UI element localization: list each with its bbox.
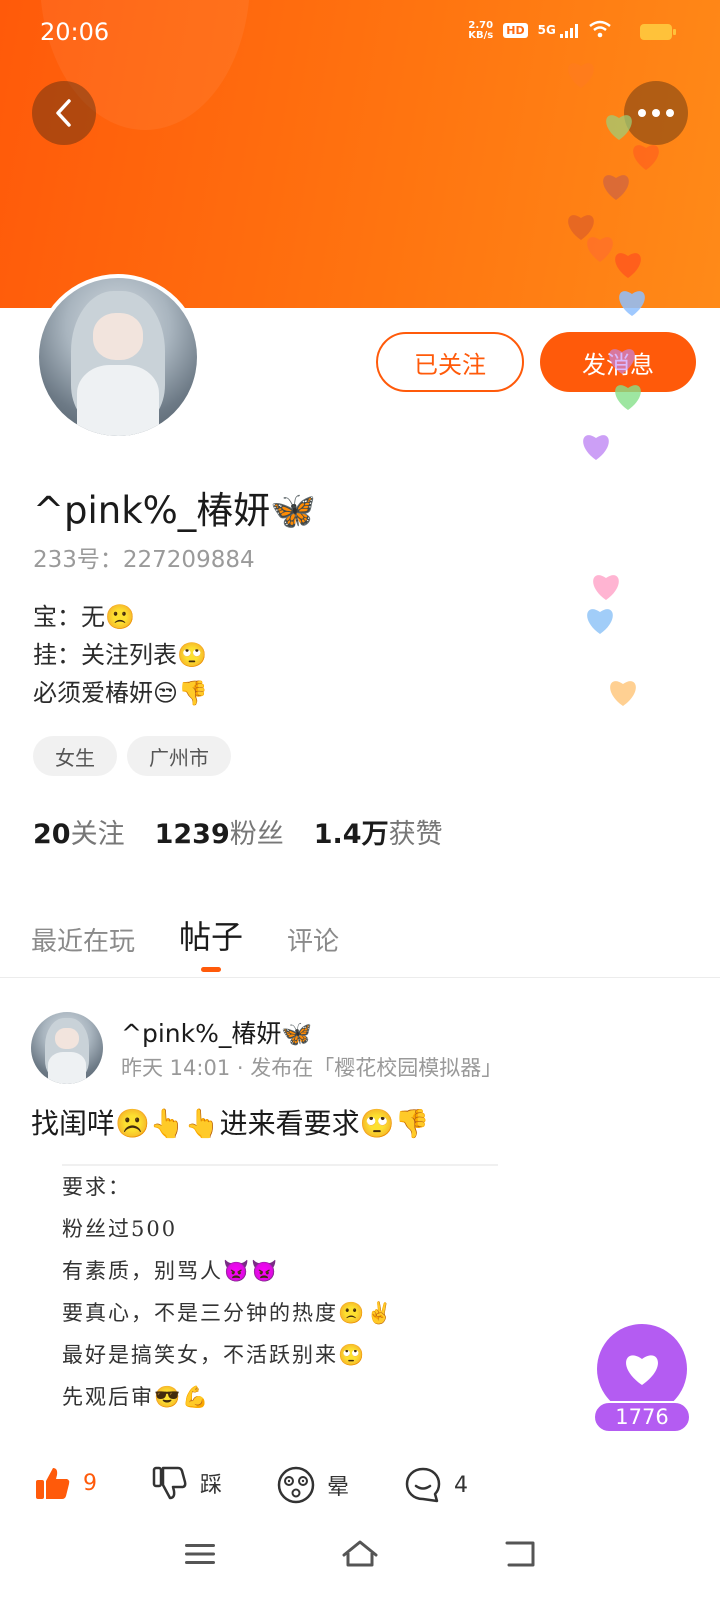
profile-stats: 20关注 1239粉丝 1.4万获赞 <box>33 812 443 851</box>
more-button[interactable] <box>624 81 688 145</box>
like-count: 9 <box>83 1470 97 1496</box>
bio-line: 挂：关注列表🙄 <box>33 641 207 669</box>
following-button[interactable]: 已关注 <box>376 332 524 392</box>
dizzy-button[interactable]: 晕 <box>277 1466 349 1504</box>
tab-comments[interactable]: 评论 <box>287 921 339 958</box>
dizzy-label: 晕 <box>327 1475 350 1500</box>
network-speed: 2.70 KB/s <box>468 19 494 41</box>
tab-posts[interactable]: 帖子 <box>179 912 243 972</box>
post-author-avatar[interactable] <box>31 1012 103 1084</box>
dislike-button[interactable]: 踩 <box>152 1466 222 1500</box>
nav-back-button[interactable] <box>498 1534 542 1574</box>
dizzy-face-icon <box>277 1466 315 1504</box>
tabs-divider <box>0 977 720 978</box>
profile-tabs: 最近在玩 帖子 评论 <box>31 912 339 972</box>
tag-gender: 女生 <box>33 736 117 776</box>
thumbs-up-icon <box>36 1468 70 1499</box>
status-bar: 20:06 2.70 KB/s HD 5G <box>0 0 720 66</box>
tab-recently-played[interactable]: 最近在玩 <box>31 921 135 958</box>
image-text-line: 最好是搞笑女，不活跃别来🙄 <box>62 1343 367 1367</box>
signal-5g-icon: 5G <box>538 23 578 38</box>
menu-icon <box>185 1544 215 1564</box>
dislike-label: 踩 <box>200 1473 223 1498</box>
wifi-icon <box>588 20 612 41</box>
comment-button[interactable]: 4 <box>404 1466 468 1504</box>
home-icon <box>342 1540 378 1567</box>
battery-icon <box>640 24 676 40</box>
nav-home-button[interactable] <box>338 1534 382 1574</box>
image-text-line: 粉丝过500 <box>62 1217 178 1241</box>
image-text-line: 先观后审😎💪 <box>62 1385 211 1409</box>
hd-icon: HD <box>503 23 528 38</box>
back-button[interactable] <box>32 81 96 145</box>
image-text-line: 要求： <box>62 1175 131 1199</box>
comment-count: 4 <box>454 1472 468 1498</box>
back-arrow-icon <box>505 1541 535 1567</box>
profile-tags: 女生 广州市 <box>33 736 231 776</box>
send-message-button[interactable]: 发消息 <box>540 332 696 392</box>
profile-bio: 宝：无🙁 挂：关注列表🙄 必须爱椿妍😒👎 <box>33 598 208 712</box>
image-text-line: 有素质，别骂人👿👿 <box>62 1259 280 1283</box>
stat-fans[interactable]: 1239粉丝 <box>155 812 284 851</box>
profile-avatar[interactable] <box>35 274 201 440</box>
bio-line: 宝：无🙁 <box>33 603 135 631</box>
heart-icon <box>583 435 609 460</box>
post-meta: 昨天 14:01 · 发布在「樱花校园模拟器」 <box>121 1056 503 1080</box>
like-button[interactable]: 9 <box>35 1466 97 1500</box>
image-text-line: 要真心，不是三分钟的热度🙁✌️ <box>62 1301 395 1325</box>
status-icons: 2.70 KB/s HD 5G <box>468 20 662 41</box>
status-time: 20:06 <box>40 18 110 46</box>
stat-following[interactable]: 20关注 <box>33 812 125 851</box>
tag-city: 广州市 <box>127 736 231 776</box>
nav-menu-button[interactable] <box>178 1534 222 1574</box>
heart-icon <box>626 1355 658 1385</box>
stat-likes[interactable]: 1.4万获赞 <box>314 812 443 851</box>
heart-icon <box>587 609 613 634</box>
bio-line: 必须爱椿妍😒👎 <box>33 679 208 707</box>
post-image[interactable]: 要求： 粉丝过500 有素质，别骂人👿👿 要真心，不是三分钟的热度🙁✌️ 最好是… <box>62 1164 498 1422</box>
system-nav-bar <box>0 1526 720 1586</box>
chevron-left-icon <box>56 99 71 127</box>
post-author-name[interactable]: ^pink%_椿妍🦋 <box>121 1014 312 1050</box>
heart-count-badge: 1776 <box>593 1401 691 1433</box>
post-actions: 9 踩 晕 4 <box>0 1466 720 1522</box>
post-title[interactable]: 找闺咩☹️👆👆进来看要求🙄👎 <box>31 1102 429 1142</box>
heart-icon <box>593 575 619 600</box>
heart-icon <box>610 681 636 706</box>
more-dots-icon <box>638 109 674 117</box>
profile-uid: 233号：227209884 <box>33 547 255 573</box>
thumbs-down-icon <box>152 1466 187 1500</box>
comment-bubble-icon <box>405 1467 441 1503</box>
profile-nickname: ^pink%_椿妍🦋 <box>33 489 317 532</box>
